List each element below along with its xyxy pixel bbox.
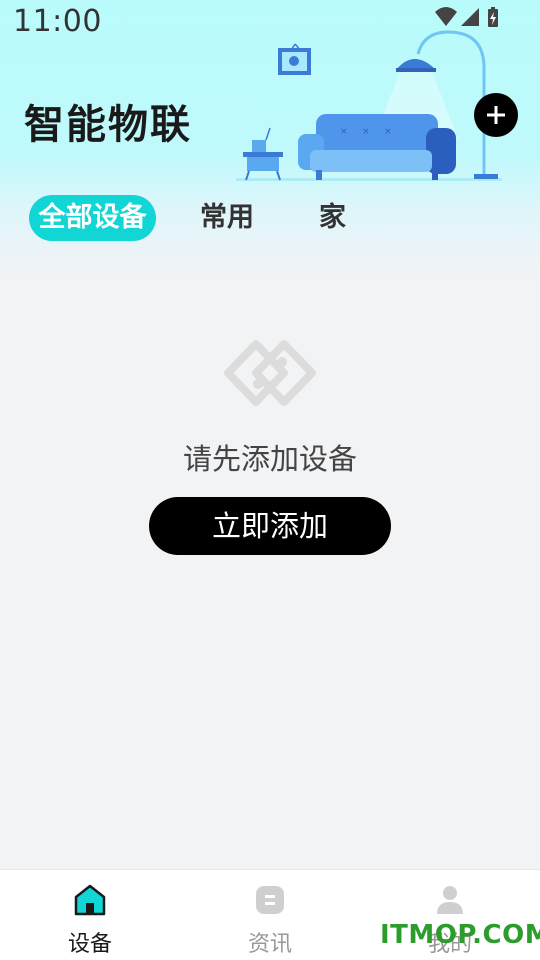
news-icon <box>256 886 284 914</box>
watermark: ITMOP.COM <box>380 920 540 950</box>
signal-icon <box>461 8 479 26</box>
tab-all-devices[interactable]: 全部设备 <box>29 195 156 241</box>
app-title: 智能物联 <box>24 102 192 148</box>
nav-label-news: 资讯 <box>247 932 292 957</box>
nav-item-news[interactable]: 资讯 <box>180 870 360 960</box>
svg-text:×: × <box>384 127 392 137</box>
nav-label-devices: 设备 <box>67 932 112 957</box>
battery-icon <box>488 7 498 27</box>
link-icon <box>224 340 316 406</box>
wifi-icon <box>435 7 457 26</box>
add-device-button[interactable] <box>474 93 518 137</box>
user-icon <box>437 886 463 914</box>
home-icon <box>74 884 106 916</box>
status-icons <box>435 7 498 27</box>
svg-text:×: × <box>362 127 370 137</box>
svg-text:×: × <box>340 127 348 137</box>
nav-item-devices[interactable]: 设备 <box>0 870 180 960</box>
living-room-illustration: × × × <box>236 30 502 181</box>
empty-state-message: 请先添加设备 <box>182 442 357 476</box>
category-tabs: 全部设备 常用 家 <box>0 192 540 248</box>
tab-favorites[interactable]: 常用 <box>200 196 254 240</box>
add-now-button[interactable]: 立即添加 <box>149 497 391 555</box>
tab-home[interactable]: 家 <box>319 196 346 240</box>
plus-icon <box>487 106 505 124</box>
status-time: 11:00 <box>13 4 102 39</box>
status-bar: 11:00 <box>0 0 540 46</box>
